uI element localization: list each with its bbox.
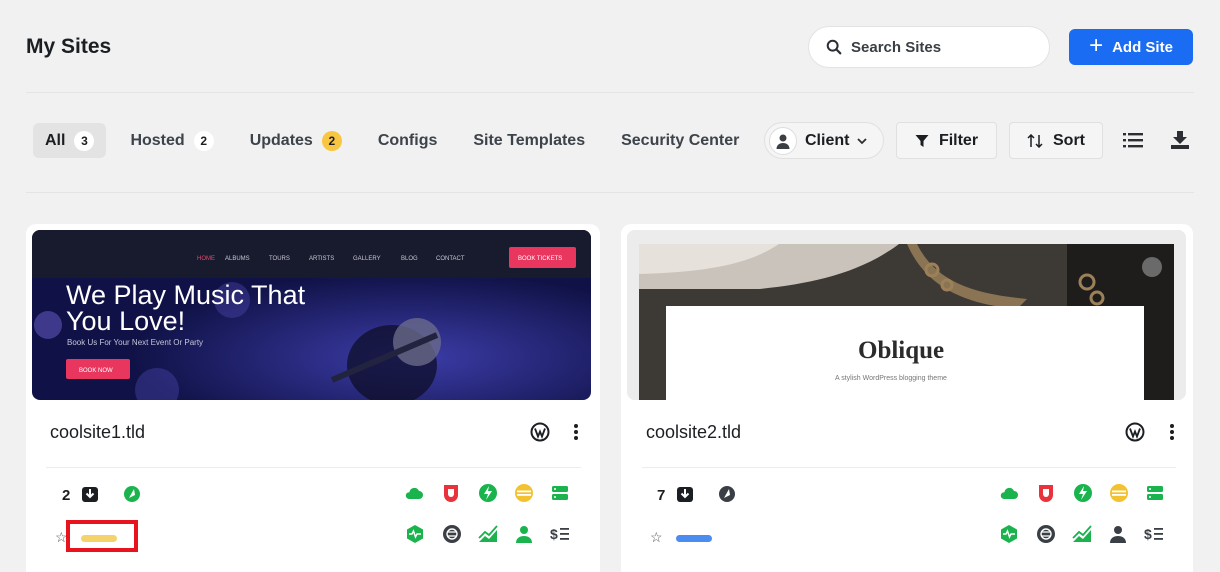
nav-item: ARTISTS (309, 256, 334, 262)
server-icon[interactable] (550, 483, 570, 503)
site-thumbnail[interactable]: Oblique A stylish WordPress blogging the… (627, 230, 1186, 400)
search-icon (826, 39, 842, 55)
filter-label: Filter (938, 131, 979, 149)
billing-icon[interactable]: $ (550, 524, 570, 544)
client-user-icon[interactable] (1108, 524, 1128, 544)
nav-item: BLOG (401, 256, 418, 262)
tab-bar: All 3 Hosted 2 Updates 2 Configs Site Te… (33, 123, 763, 158)
card-divider (642, 467, 1176, 468)
user-icon (769, 126, 797, 155)
client-dropdown[interactable]: Client (764, 122, 884, 159)
thumb-headline: You Love! (66, 306, 185, 336)
tab-label: Site Templates (473, 131, 586, 149)
seo-chart-icon[interactable] (1072, 524, 1092, 544)
add-site-label: Add Site (1112, 38, 1173, 56)
search-input[interactable] (851, 38, 1041, 56)
tab-label: Updates (249, 131, 313, 149)
update-download-icon[interactable] (675, 484, 695, 504)
sort-icon (1027, 133, 1043, 148)
wordpress-icon (1125, 422, 1145, 442)
filter-button[interactable]: Filter (896, 122, 997, 159)
wordpress-icon (530, 422, 550, 442)
thumb-cta: BOOK TICKETS (518, 256, 562, 262)
stack-status-icon[interactable] (514, 483, 534, 503)
tab-all[interactable]: All 3 (33, 123, 107, 158)
analytics-icon[interactable] (442, 524, 462, 544)
update-download-icon[interactable] (80, 484, 100, 504)
nav-item: GALLERY (353, 256, 381, 262)
site-tag-bar[interactable] (676, 535, 712, 542)
more-options-icon[interactable] (573, 423, 579, 441)
header-divider (26, 92, 1194, 93)
nav-item: TOURS (269, 256, 290, 262)
tab-label: All (45, 131, 66, 149)
tab-updates[interactable]: Updates 2 (238, 123, 354, 158)
plus-icon: + (1089, 32, 1104, 59)
tab-count-badge: 3 (74, 130, 95, 151)
thumb-subtitle: Book Us For Your Next Event Or Party (67, 338, 203, 347)
site-name[interactable]: coolsite1.tld (50, 422, 145, 443)
site-card[interactable]: Oblique A stylish WordPress blogging the… (621, 224, 1193, 572)
list-icon (1123, 133, 1143, 148)
tab-count-badge: 2 (193, 130, 214, 151)
tab-label: Configs (377, 131, 438, 149)
seo-chart-icon[interactable] (478, 524, 498, 544)
card-divider (46, 467, 581, 468)
thumb-button: BOOK NOW (79, 368, 113, 374)
server-icon[interactable] (1145, 483, 1165, 503)
tab-configs[interactable]: Configs (366, 123, 450, 158)
search-box[interactable] (808, 26, 1050, 68)
client-label: Client (805, 131, 850, 149)
performance-bolt-icon[interactable] (478, 483, 498, 503)
chevron-down-icon (857, 134, 868, 148)
nav-item: CONTACT (436, 256, 465, 262)
site-card[interactable]: HOME ALBUMS TOURS ARTISTS GALLERY BLOG C… (26, 224, 600, 572)
analytics-icon[interactable] (1036, 524, 1056, 544)
backup-status-icon[interactable] (717, 484, 737, 504)
tab-count-badge: 2 (321, 130, 342, 151)
security-magnet-icon[interactable] (1036, 483, 1056, 503)
highlight-box (66, 520, 138, 552)
nav-item: HOME (197, 256, 215, 262)
uptime-monitor-icon[interactable] (999, 524, 1019, 544)
tab-label: Security Center (621, 131, 740, 149)
cloud-icon[interactable] (404, 483, 424, 503)
tabs-divider (26, 192, 1194, 193)
update-count: 2 (62, 487, 71, 504)
tab-label: Hosted (130, 131, 185, 149)
download-icon (1171, 131, 1189, 149)
backup-status-icon[interactable] (122, 484, 142, 504)
list-view-button[interactable] (1122, 129, 1144, 151)
svg-text:$: $ (550, 526, 558, 542)
site-name[interactable]: coolsite2.tld (646, 422, 741, 443)
billing-icon[interactable]: $ (1144, 524, 1164, 544)
export-button[interactable] (1169, 129, 1191, 151)
sort-label: Sort (1053, 131, 1085, 149)
thumb-headline: Oblique (858, 337, 944, 364)
more-options-icon[interactable] (1169, 423, 1175, 441)
update-count: 7 (657, 487, 666, 504)
tab-site-templates[interactable]: Site Templates (461, 123, 597, 158)
add-site-button[interactable]: + Add Site (1069, 29, 1193, 65)
stack-status-icon[interactable] (1109, 483, 1129, 503)
performance-bolt-icon[interactable] (1073, 483, 1093, 503)
client-user-icon[interactable] (514, 524, 534, 544)
security-magnet-icon[interactable] (441, 483, 461, 503)
tab-hosted[interactable]: Hosted 2 (118, 123, 225, 158)
favorite-star-icon[interactable]: ☆ (650, 529, 663, 546)
page-title: My Sites (26, 35, 112, 58)
svg-text:$: $ (1144, 526, 1152, 542)
nav-item: ALBUMS (225, 256, 250, 262)
sort-button[interactable]: Sort (1009, 122, 1103, 159)
thumb-subtitle: A stylish WordPress blogging theme (835, 375, 947, 382)
tab-security-center[interactable]: Security Center (609, 123, 751, 158)
site-thumbnail[interactable]: HOME ALBUMS TOURS ARTISTS GALLERY BLOG C… (32, 230, 591, 400)
uptime-monitor-icon[interactable] (405, 524, 425, 544)
filter-icon (915, 134, 929, 147)
cloud-icon[interactable] (999, 483, 1019, 503)
